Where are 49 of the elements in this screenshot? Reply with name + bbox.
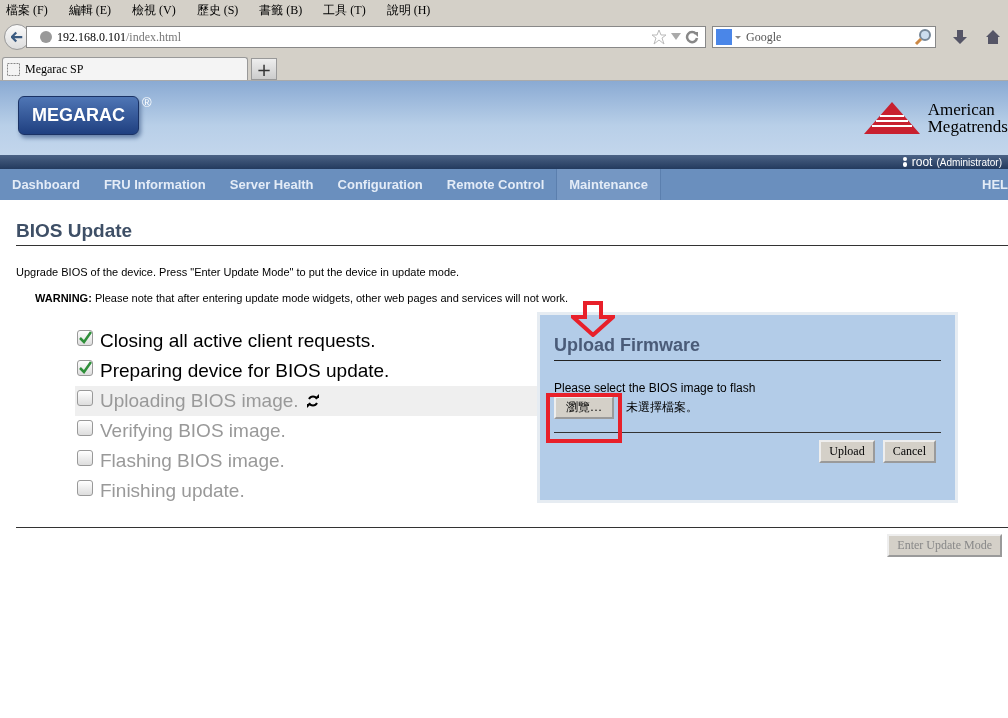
dialog-button[interactable]: Cancel <box>882 440 936 463</box>
refresh-icon <box>305 394 320 408</box>
menu-item[interactable]: 檢視 (V) <box>132 1 176 19</box>
new-tab-button[interactable]: + <box>251 58 277 80</box>
prompt-text: Please select the BIOS image to flash <box>554 381 757 395</box>
menu-item[interactable]: 工具 (T) <box>323 1 366 19</box>
step-label: Preparing device for BIOS update. <box>100 360 390 382</box>
search-placeholder: Google <box>746 29 782 45</box>
panel-title: Upload Firmware <box>554 335 941 361</box>
step-label: Finishing update. <box>100 480 245 502</box>
search-engine-icon[interactable] <box>716 29 742 45</box>
menu-item[interactable]: 編輯 (E) <box>68 1 111 19</box>
menu-item[interactable]: 檔案 (F) <box>6 1 48 19</box>
warning-text: WARNING: Please note that after entering update mode widgets, other web pages and services will not work. <box>35 292 570 304</box>
description-text: Upgrade BIOS of the device. Press "Enter Update Mode" to put the device in update mode. <box>16 266 461 278</box>
back-arrow-icon <box>11 30 23 44</box>
menu-item[interactable]: 說明 (H) <box>386 1 431 19</box>
triangle-logo-icon <box>861 101 922 135</box>
registered-mark: ® <box>142 95 152 110</box>
user-name: root <box>911 155 933 169</box>
star-icon[interactable] <box>651 29 667 45</box>
menu-item[interactable]: 歷史 (S) <box>196 1 239 19</box>
dropdown-icon[interactable] <box>671 33 681 41</box>
page-title: BIOS Update <box>16 220 1008 246</box>
search-field[interactable]: Google <box>712 26 936 48</box>
user-role: (Administrator) <box>936 156 1002 168</box>
file-status: 未選擇檔案。 <box>626 399 698 416</box>
home-icon[interactable] <box>986 29 1000 45</box>
megarac-logo: MEGARAC <box>18 95 139 135</box>
search-icon[interactable] <box>914 28 932 46</box>
annotation-arrow-icon <box>571 301 615 337</box>
globe-icon <box>39 30 53 44</box>
download-icon[interactable] <box>952 29 968 45</box>
menu-item[interactable]: 書籤 (B) <box>259 1 303 19</box>
url-text: 192.168.0.101/index.html <box>57 29 181 45</box>
browse-button[interactable]: 瀏覽… <box>554 396 614 419</box>
browser-tab[interactable]: Megarac SP <box>2 57 248 80</box>
step-label: Closing all active client requests. <box>100 330 376 352</box>
brand-text: American <box>927 101 996 118</box>
step-label: Verifying BIOS image. <box>100 420 286 442</box>
brand-text: Megatrends <box>927 118 1008 135</box>
reload-icon[interactable] <box>685 30 699 44</box>
address-field[interactable]: 192.168.0.101/index.html <box>26 26 706 48</box>
dialog-button[interactable]: Upload <box>819 440 875 463</box>
user-icon <box>901 157 908 167</box>
step-label: Uploading BIOS image. <box>100 390 299 412</box>
tab-title: Megarac SP <box>25 61 84 77</box>
page-icon <box>7 62 20 76</box>
step-label: Flashing BIOS image. <box>100 450 285 472</box>
